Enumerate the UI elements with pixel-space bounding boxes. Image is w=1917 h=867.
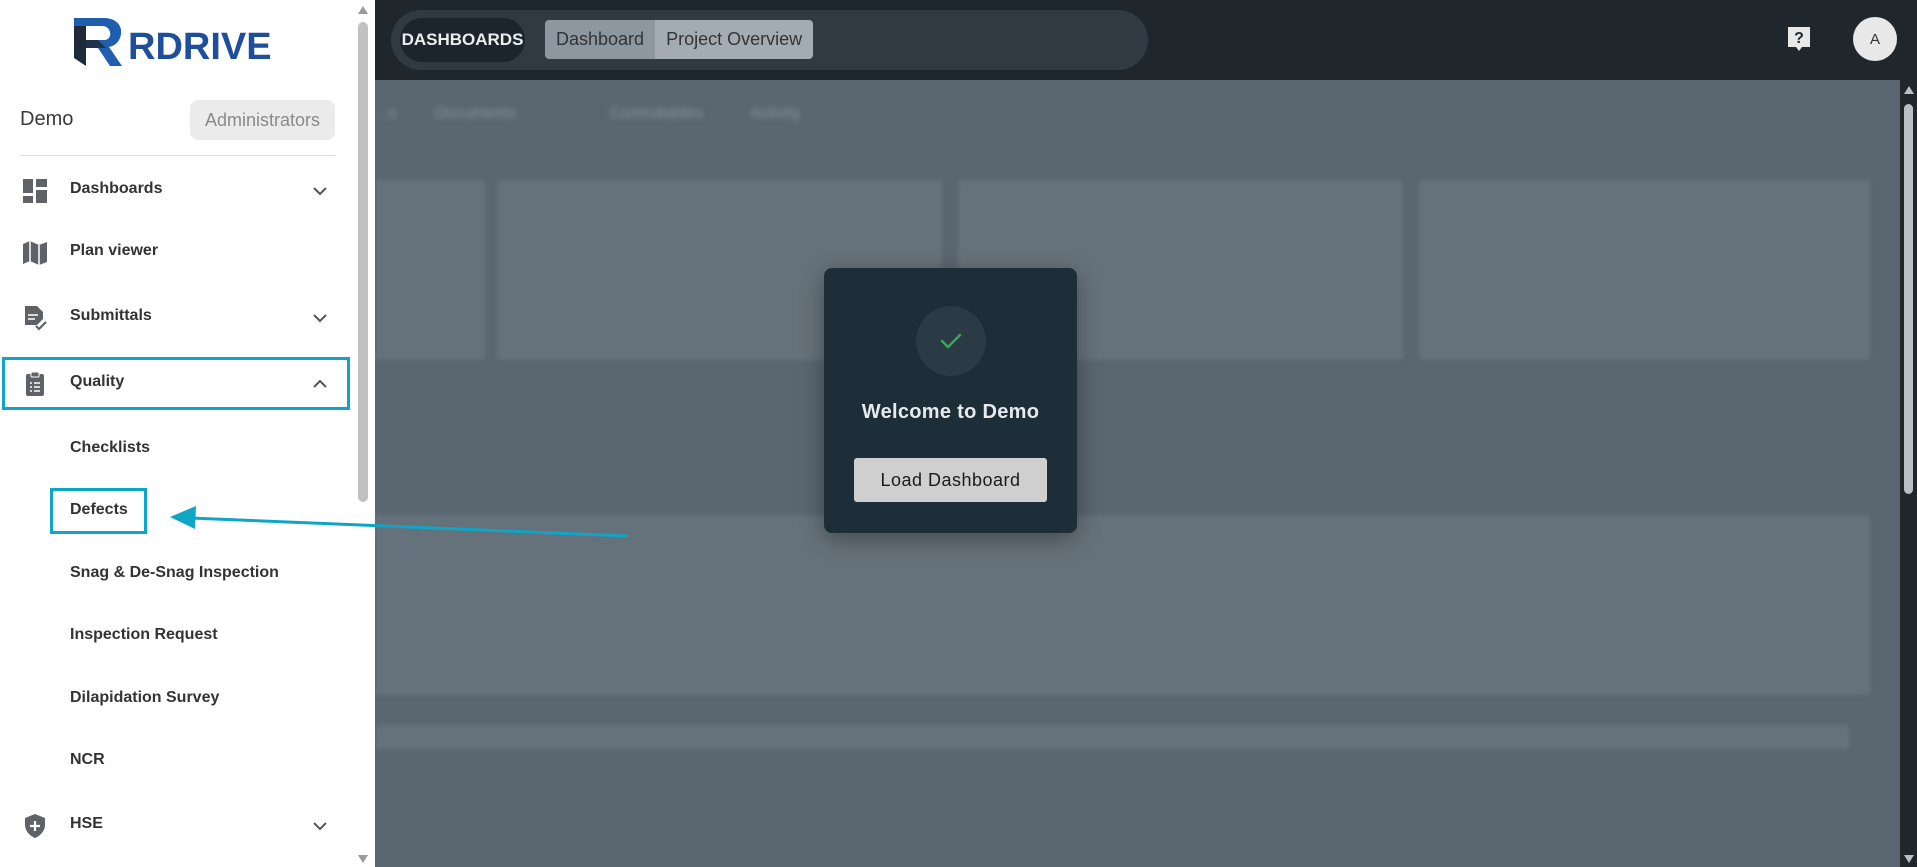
svg-text:RDRIVE: RDRIVE [128,26,272,68]
rdrive-logo: RDRIVE [72,14,287,74]
map-icon [23,241,47,265]
dashboard-card [375,180,485,360]
defects-highlight-box [50,488,147,534]
dashboards-section-button[interactable]: DASHBOARDS [400,18,525,62]
dashboard-card [375,725,1850,749]
sidebar-item-label: Plan viewer [70,242,159,259]
dashboard-tab-group: Dashboard Project Overview [545,20,814,59]
sidebar-item-label: HSE [70,815,103,832]
chevron-down-icon[interactable] [310,308,330,328]
load-dashboard-button[interactable]: Load Dashboard [854,458,1047,502]
sidebar-item-label: Dashboards [70,180,163,197]
check-icon [916,306,986,376]
sidebar-item-dashboards[interactable]: Dashboards [0,163,350,219]
background-tab: Controllables [610,105,704,122]
scrollbar-thumb[interactable] [1904,104,1913,494]
background-tab: ...s [375,105,397,122]
divider [20,155,335,156]
sidebar-subitem-ncr[interactable]: NCR [70,751,105,769]
scroll-up-icon[interactable] [1904,86,1914,94]
dashboard-card [1419,180,1870,360]
scroll-down-icon[interactable] [358,855,368,863]
role-badge[interactable]: Administrators [190,100,335,140]
dashboard-background: ...s Documents Controllables Activity [375,80,1900,867]
document-check-icon [25,306,47,331]
background-tab: Documents [435,105,516,122]
welcome-modal: Welcome to Demo Load Dashboard [824,268,1077,533]
dashboard-card [375,515,1870,695]
scroll-down-icon[interactable] [1904,855,1914,863]
background-tab-row: ...s Documents Controllables Activity [375,100,1900,130]
sidebar-subitem-dilapidation-survey[interactable]: Dilapidation Survey [70,689,219,707]
sidebar-scrollbar[interactable] [356,0,370,867]
project-name: Demo [20,108,74,130]
svg-text:?: ? [1794,30,1804,47]
modal-title: Welcome to Demo [861,401,1040,423]
tab-project-overview[interactable]: Project Overview [655,20,814,59]
scrollbar-thumb[interactable] [358,22,368,502]
scroll-up-icon[interactable] [358,6,368,14]
quality-highlight-box [2,357,350,410]
avatar[interactable]: A [1853,17,1897,61]
sidebar-item-hse[interactable]: HSE [0,798,350,854]
sidebar-subitem-snag-inspection[interactable]: Snag & De-Snag Inspection [70,564,279,582]
background-tab: Activity [750,105,801,122]
sidebar: RDRIVE Demo Administrators Dashboards Pl… [0,0,375,867]
tab-dashboard[interactable]: Dashboard [545,20,656,59]
shield-plus-icon [25,814,45,838]
dashboard-icon [23,179,47,203]
chevron-down-icon[interactable] [310,816,330,836]
sidebar-item-submittals[interactable]: Submittals [0,290,350,346]
main-scrollbar[interactable] [1900,80,1917,867]
chevron-down-icon[interactable] [310,181,330,201]
help-icon[interactable]: ? [1785,24,1813,54]
sidebar-item-label: Submittals [70,307,152,324]
sidebar-item-plan-viewer[interactable]: Plan viewer [0,225,350,281]
sidebar-subitem-checklists[interactable]: Checklists [70,439,150,457]
sidebar-subitem-inspection-request[interactable]: Inspection Request [70,626,218,644]
